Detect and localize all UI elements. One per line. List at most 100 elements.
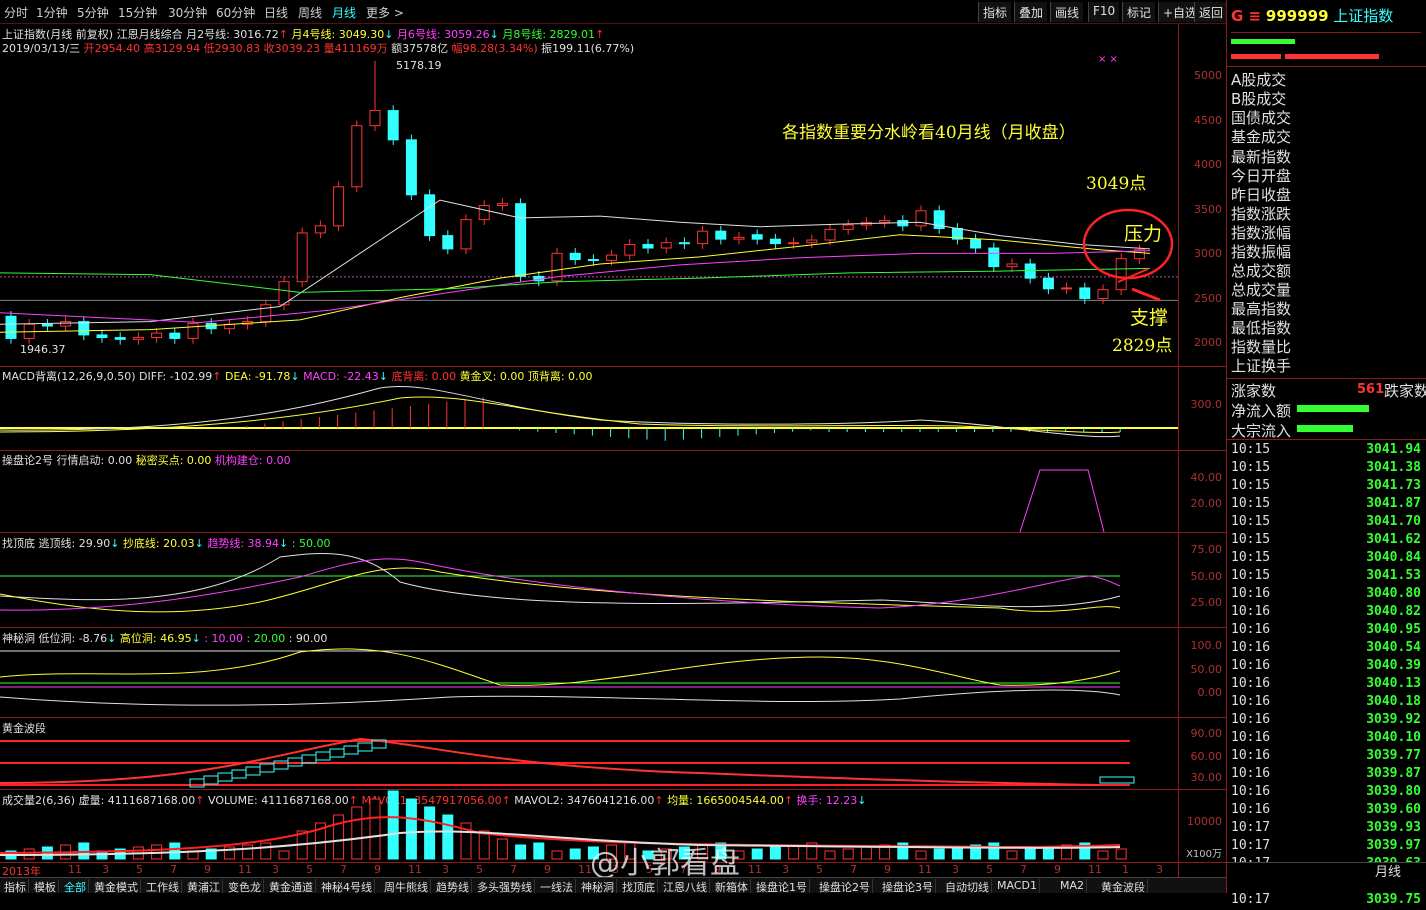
macd-chart[interactable] xyxy=(0,380,1178,450)
level-high-annotation: 3049点 xyxy=(1086,174,1147,194)
time-axis-label: 11 xyxy=(918,863,932,876)
tick-time: 10:16 xyxy=(1231,766,1271,781)
draw-line-button[interactable]: 画线 xyxy=(1050,2,1084,22)
candle-body xyxy=(1097,289,1109,300)
level-low-annotation: 2829点 xyxy=(1112,336,1173,356)
indicator-tab[interactable]: 趋势线 xyxy=(434,879,472,894)
indicator-tab[interactable]: 黄金模式 xyxy=(92,879,141,894)
indicator-tab[interactable]: 操盘论3号 xyxy=(880,879,936,894)
tick-time: 10:15 xyxy=(1231,478,1271,493)
indicator-tab[interactable]: 全部 xyxy=(62,879,89,894)
indicator-tab[interactable]: 找顶底 xyxy=(620,879,658,894)
tick-price: 3039.93 xyxy=(1366,820,1421,835)
candle-body xyxy=(1042,277,1054,290)
candle-body xyxy=(151,332,163,339)
indicator-tab[interactable]: MA2 xyxy=(1058,879,1088,893)
period-tab-15min[interactable]: 15分钟 xyxy=(118,4,157,21)
indicator-tab[interactable]: 操盘论1号 xyxy=(754,879,810,894)
candle-body xyxy=(606,254,618,261)
candle-body xyxy=(624,243,636,256)
overlay-button[interactable]: 叠加 xyxy=(1014,2,1048,22)
indicator-tab[interactable]: 自动切线 xyxy=(943,879,992,894)
tick-row: 10:16 3039.92 xyxy=(1231,712,1421,730)
indicator-tab[interactable]: 黄浦江 xyxy=(185,879,223,894)
price-axis-tick: 2000 xyxy=(1194,336,1222,349)
candle-body xyxy=(587,259,599,262)
volume-bar xyxy=(387,790,399,860)
tick-price: 3041.94 xyxy=(1366,442,1421,457)
rise-count-label: 涨家数 xyxy=(1231,382,1277,400)
indicator-tab[interactable]: 黄金波段 xyxy=(1099,879,1148,894)
f10-button[interactable]: F10 xyxy=(1088,2,1120,22)
tick-row: 10:15 3040.84 xyxy=(1231,550,1421,568)
stock-header[interactable]: G ≡ 999999 上证指数 xyxy=(1231,5,1393,26)
mark-button[interactable]: 标记 xyxy=(1122,2,1156,22)
tick-price: 3041.73 xyxy=(1366,478,1421,493)
panel5-chart[interactable] xyxy=(0,717,1178,789)
indicator-tab[interactable]: 模板 xyxy=(32,879,59,894)
volume-bar xyxy=(369,798,381,860)
time-axis-label: 3 xyxy=(272,863,279,876)
time-axis-label: 7 xyxy=(170,863,177,876)
candle-body xyxy=(314,225,326,234)
panel2-chart[interactable] xyxy=(0,450,1178,532)
volume-chart[interactable] xyxy=(0,789,1178,862)
watermark: @小郭看盘 xyxy=(590,846,740,881)
tick-price: 3040.84 xyxy=(1366,550,1421,565)
candle-body xyxy=(442,235,454,250)
candle-body xyxy=(678,242,690,245)
panel4-chart[interactable] xyxy=(0,627,1178,717)
period-tab-timeshare[interactable]: 分时 xyxy=(4,4,28,21)
time-axis-label: 11 xyxy=(748,863,762,876)
period-tab-day[interactable]: 日线 xyxy=(264,4,288,21)
tick-price: 3039.77 xyxy=(1366,748,1421,763)
volume-bar xyxy=(478,830,490,860)
panel5-step-box xyxy=(231,769,247,779)
volume-bar xyxy=(569,848,581,860)
indicator-tab[interactable]: 神秘洞 xyxy=(579,879,617,894)
period-tab-week[interactable]: 周线 xyxy=(298,4,322,21)
buy-sell-bar-red-1 xyxy=(1231,54,1281,59)
indicator-tab[interactable]: 工作线 xyxy=(144,879,182,894)
indicator-tab[interactable]: 神秘4号线 xyxy=(319,879,375,894)
period-toolbar: 分时 1分钟 5分钟 15分钟 30分钟 60分钟 日线 周线 月线 更多 > … xyxy=(0,0,1228,24)
indicator-tab[interactable]: 周牛熊线 xyxy=(382,879,431,894)
candle-body xyxy=(60,321,72,327)
indicator-tab[interactable]: MACD1 xyxy=(995,879,1040,893)
time-axis-label: 11 xyxy=(408,863,422,876)
tick-price: 3040.95 xyxy=(1366,622,1421,637)
indicator-tab[interactable]: 操盘论2号 xyxy=(817,879,873,894)
panel5-step-box xyxy=(245,766,261,776)
indicator-tab[interactable]: 一线法 xyxy=(538,879,576,894)
panel5-step-box xyxy=(357,742,373,752)
price-axis-tick: 2500 xyxy=(1194,292,1222,305)
period-tab-1min[interactable]: 1分钟 xyxy=(36,4,68,21)
period-tab-5min[interactable]: 5分钟 xyxy=(77,4,109,21)
indicator-tab[interactable]: 指标 xyxy=(2,879,29,894)
indicator-tab[interactable]: 变色龙 xyxy=(226,879,264,894)
back-button[interactable]: 返回 xyxy=(1194,2,1228,22)
indicator-tab[interactable]: 多头强势线 xyxy=(475,879,535,894)
tick-row: 10:17 3039.97 xyxy=(1231,838,1421,856)
period-tab-60min[interactable]: 60分钟 xyxy=(216,4,255,21)
candle-body xyxy=(788,242,800,245)
period-footer: 月线 xyxy=(1375,865,1402,880)
period-tab-month[interactable]: 月线 xyxy=(332,4,356,21)
period-tab-more[interactable]: 更多 > xyxy=(366,4,404,21)
candle-body xyxy=(715,230,727,240)
rise-count-value: 561 xyxy=(1357,382,1385,397)
tick-row: 10:15 3041.73 xyxy=(1231,478,1421,496)
candle-body xyxy=(515,203,527,277)
indicator-tab[interactable]: 江恩八线 xyxy=(661,879,710,894)
stat-label: 今日开盘 xyxy=(1231,167,1292,185)
indicator-tab[interactable]: 黄金通道 xyxy=(267,879,316,894)
volume-bar xyxy=(351,806,363,860)
indicator-tab[interactable]: 新箱体 xyxy=(713,879,751,894)
indicator-button[interactable]: 指标 xyxy=(978,2,1012,22)
candlestick-chart[interactable]: × × xyxy=(0,24,1178,366)
period-tab-30min[interactable]: 30分钟 xyxy=(168,4,207,21)
volume-bar xyxy=(424,806,436,860)
tick-row: 10:15 3041.87 xyxy=(1231,496,1421,514)
tick-price: 3040.39 xyxy=(1366,658,1421,673)
panel3-chart[interactable] xyxy=(0,532,1178,627)
